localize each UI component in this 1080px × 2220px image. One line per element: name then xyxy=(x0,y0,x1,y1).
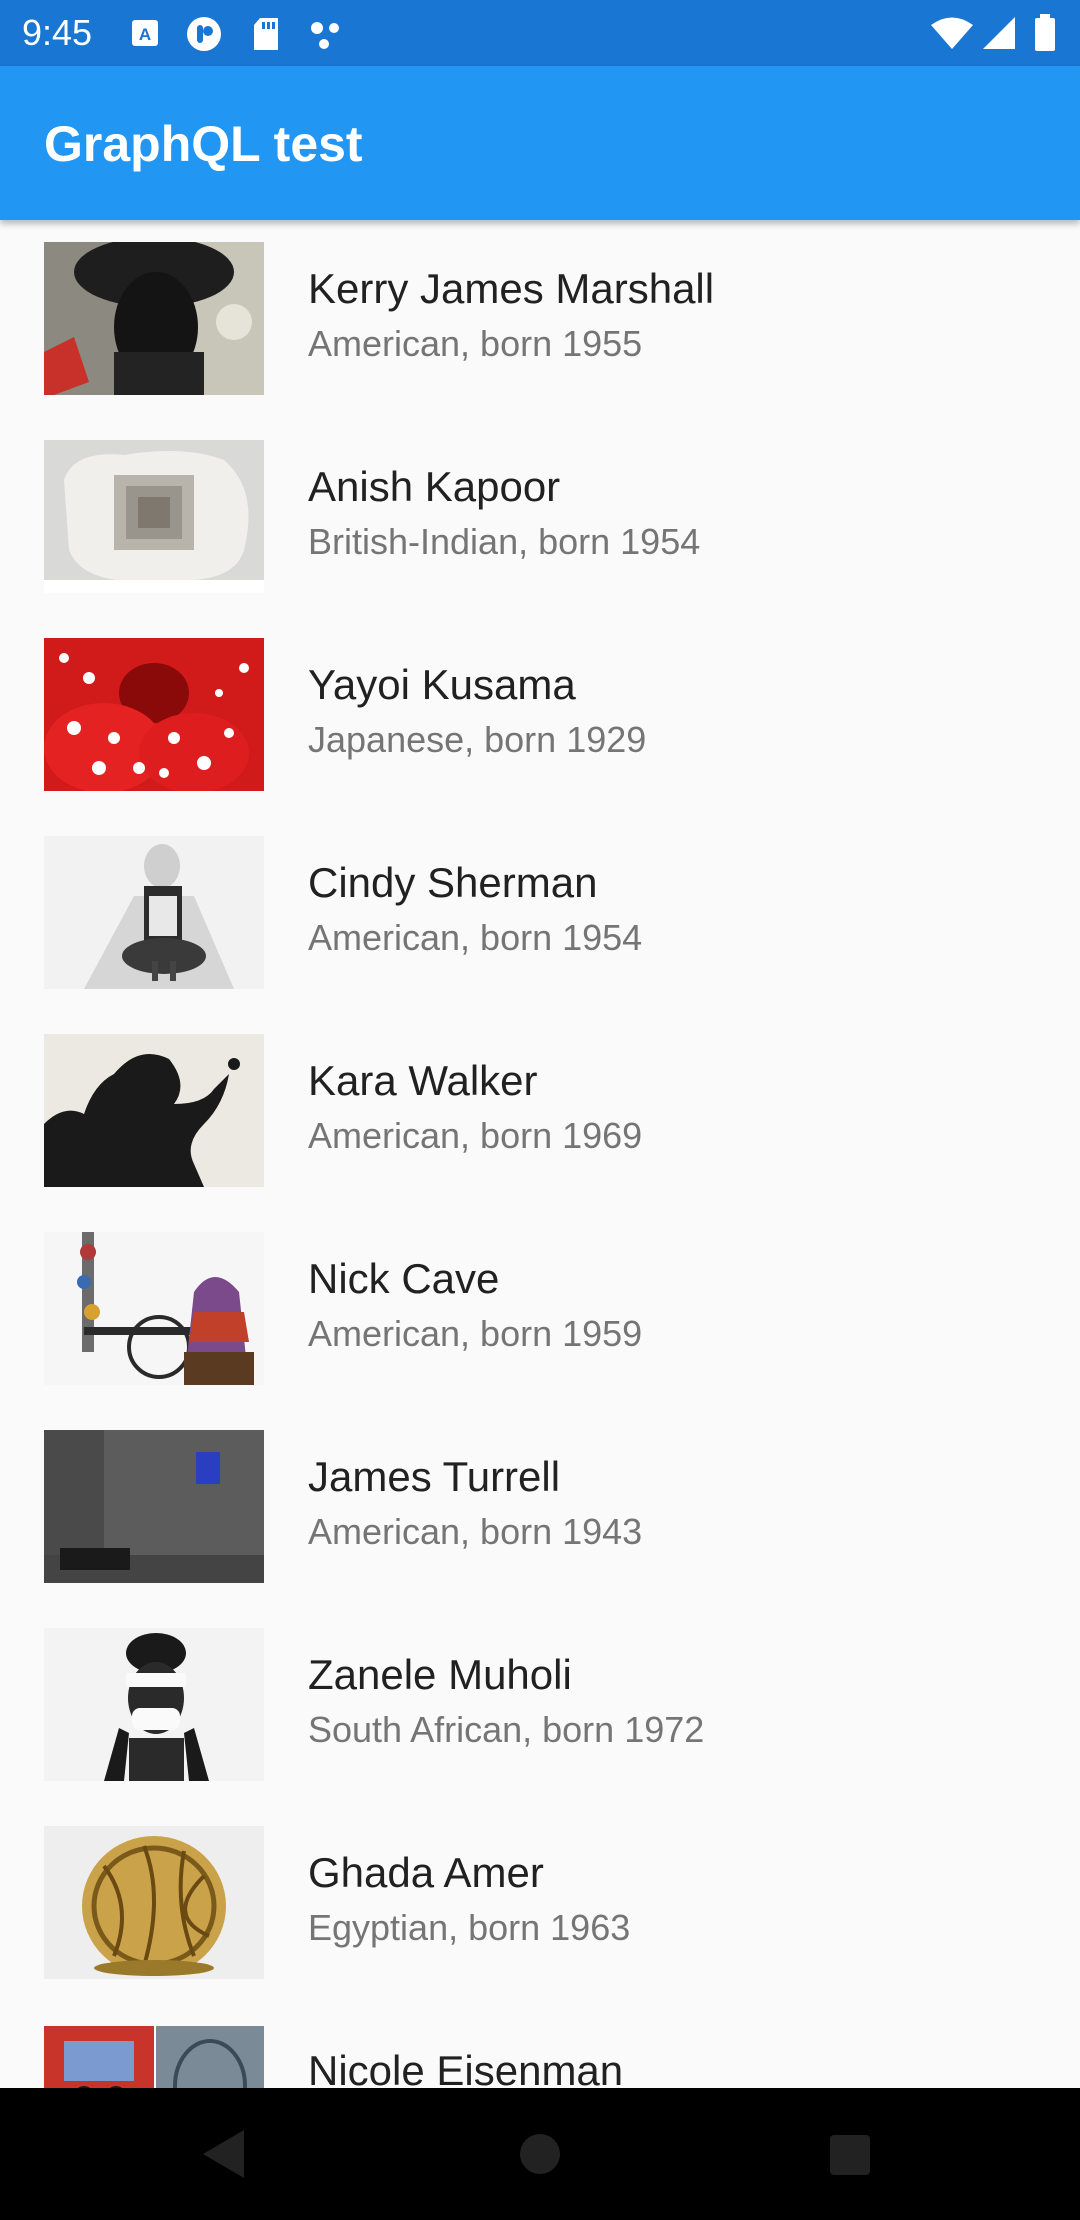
status-time: 9:45 xyxy=(22,12,93,53)
artist-info: Egyptian, born 1963 xyxy=(308,1907,631,1948)
list-item[interactable]: Zanele Muholi South African, born 1972 xyxy=(0,1606,1080,1804)
keyboard-a-icon: A xyxy=(130,18,160,53)
sd-card-icon xyxy=(252,17,280,56)
artist-thumbnail xyxy=(44,1232,264,1385)
artist-info: American, born 1954 xyxy=(308,917,643,958)
navigation-bar xyxy=(0,2088,1080,2220)
app-title: GraphQL test xyxy=(44,116,363,172)
back-icon[interactable] xyxy=(200,2128,246,2185)
artist-thumbnail xyxy=(44,1628,264,1781)
dots-icon xyxy=(310,20,344,55)
battery-icon xyxy=(1034,14,1056,57)
artist-thumbnail xyxy=(44,1430,264,1583)
artist-name: Kerry James Marshall xyxy=(308,265,715,312)
artist-info: American, born 1943 xyxy=(308,1511,643,1552)
signal-icon xyxy=(982,16,1016,55)
artist-info: American, born 1969 xyxy=(308,1115,643,1156)
artist-thumbnail xyxy=(44,1034,264,1187)
app-bar: GraphQL test xyxy=(0,66,1080,220)
artist-name: Zanele Muholi xyxy=(308,1651,572,1698)
artist-thumbnail xyxy=(44,836,264,989)
artist-name: Kara Walker xyxy=(308,1057,538,1104)
artist-thumbnail xyxy=(44,638,264,791)
home-icon[interactable] xyxy=(520,2134,560,2174)
artist-name: Ghada Amer xyxy=(308,1849,544,1896)
list-item[interactable]: Kerry James Marshall American, born 1955 xyxy=(0,220,1080,418)
pocket-icon xyxy=(186,16,222,57)
list-item[interactable]: Anish Kapoor British-Indian, born 1954 xyxy=(0,418,1080,616)
artist-info: South African, born 1972 xyxy=(308,1709,705,1750)
artist-thumbnail xyxy=(44,1826,264,1979)
artist-name: Nicole Eisenman xyxy=(308,2047,624,2088)
artist-name: Yayoi Kusama xyxy=(308,661,576,708)
artist-thumbnail xyxy=(44,2026,264,2088)
artist-name: James Turrell xyxy=(308,1453,561,1500)
artist-info: American, born 1959 xyxy=(308,1313,643,1354)
wifi-icon xyxy=(930,16,974,55)
list-item[interactable]: James Turrell American, born 1943 xyxy=(0,1408,1080,1606)
artist-info: British-Indian, born 1954 xyxy=(308,521,701,562)
artist-name: Anish Kapoor xyxy=(308,463,561,510)
artist-name: Nick Cave xyxy=(308,1255,500,1302)
list-item[interactable]: Nicole Eisenman xyxy=(0,2002,1080,2088)
artist-info: American, born 1955 xyxy=(308,323,643,364)
artist-info: Japanese, born 1929 xyxy=(308,719,647,760)
artist-list[interactable]: Kerry James Marshall American, born 1955… xyxy=(0,220,1080,2088)
list-item[interactable]: Ghada Amer Egyptian, born 1963 xyxy=(0,1804,1080,2002)
recents-icon[interactable] xyxy=(830,2135,870,2175)
status-bar: 9:45 A xyxy=(0,0,1080,66)
list-item[interactable]: Yayoi Kusama Japanese, born 1929 xyxy=(0,616,1080,814)
list-item[interactable]: Cindy Sherman American, born 1954 xyxy=(0,814,1080,1012)
svg-text:A: A xyxy=(139,25,151,44)
artist-name: Cindy Sherman xyxy=(308,859,598,906)
artist-thumbnail xyxy=(44,440,264,593)
list-item[interactable]: Kara Walker American, born 1969 xyxy=(0,1012,1080,1210)
list-item[interactable]: Nick Cave American, born 1959 xyxy=(0,1210,1080,1408)
artist-thumbnail xyxy=(44,242,264,395)
